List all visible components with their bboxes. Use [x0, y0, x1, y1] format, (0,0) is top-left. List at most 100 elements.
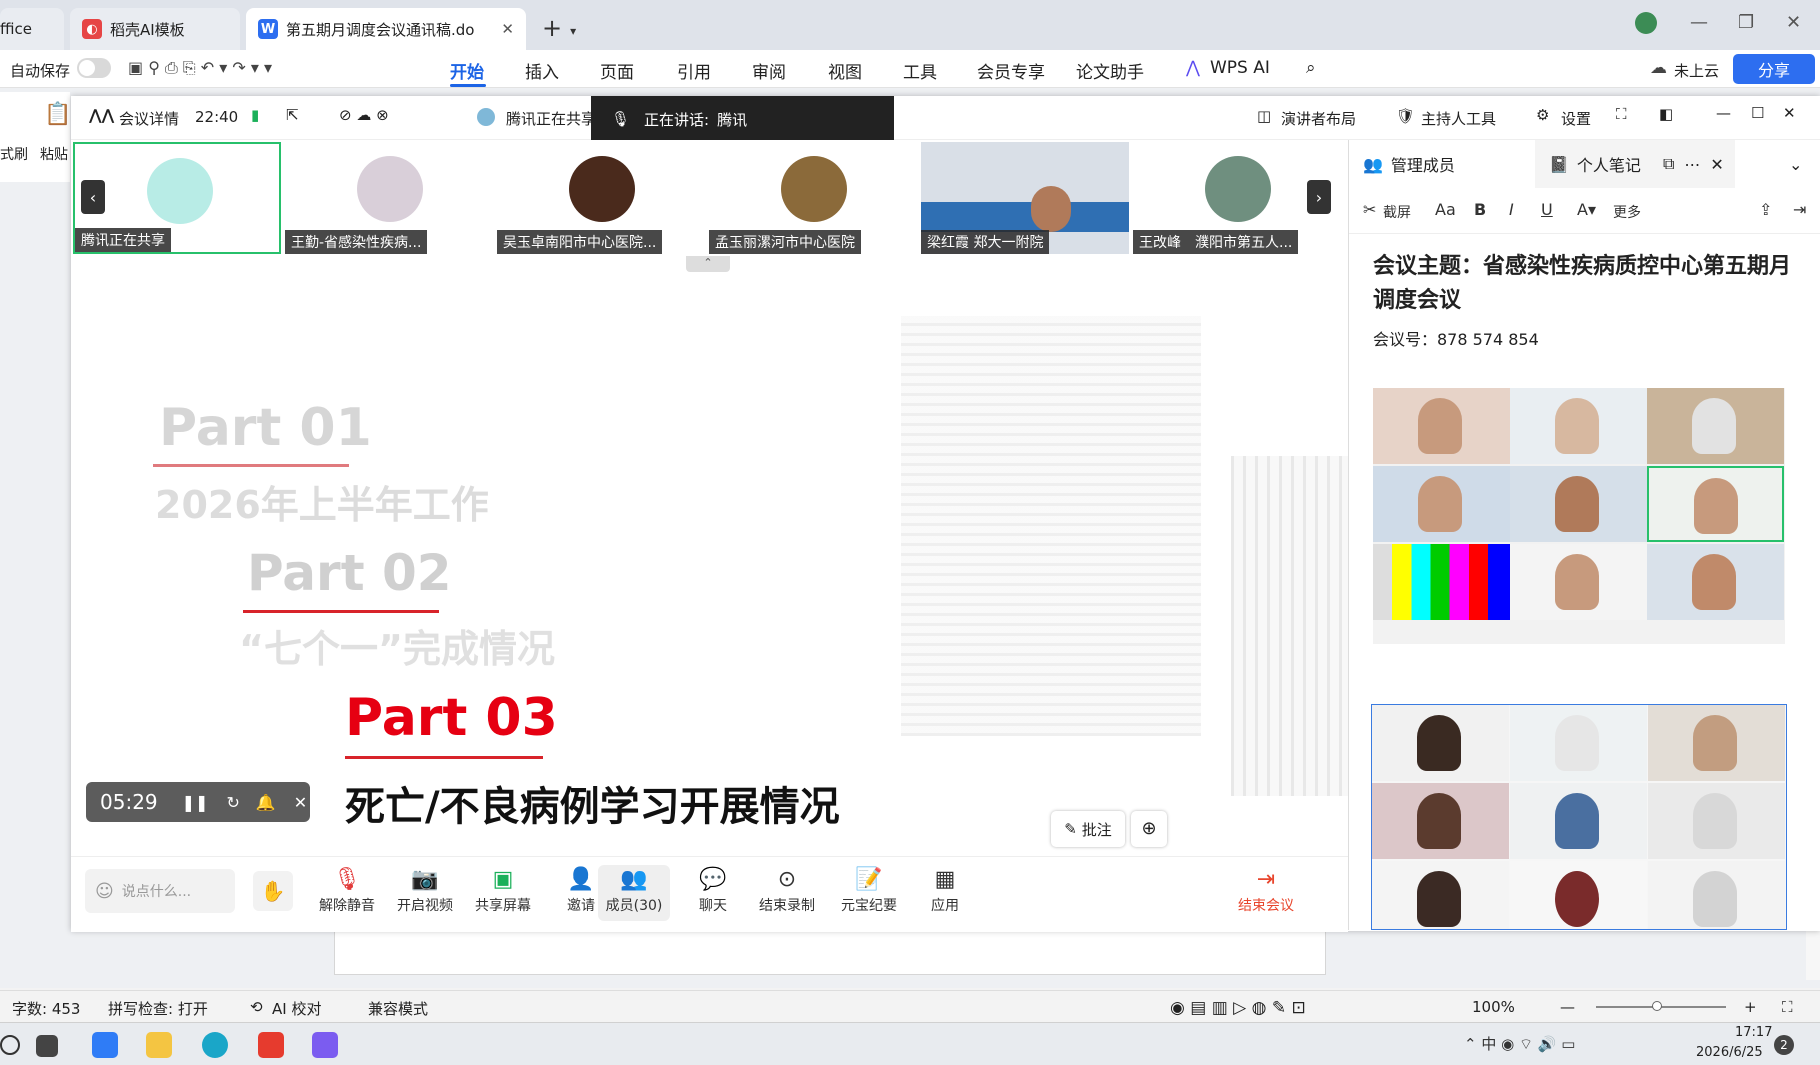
underline-icon[interactable]: U	[1541, 200, 1553, 219]
popout-icon[interactable]: ⧉	[1663, 154, 1674, 174]
menu-view[interactable]: 视图	[828, 58, 862, 83]
tray-icons[interactable]: ⌃ 中 ◉ ⌔ 🔊 ▭	[1464, 1033, 1575, 1054]
strip-prev-button[interactable]: ‹	[81, 180, 105, 214]
menu-insert[interactable]: 插入	[525, 58, 559, 83]
new-tab-icon[interactable]: +	[542, 14, 562, 42]
cloud-status[interactable]: 未上云	[1674, 60, 1719, 81]
bell-icon[interactable]: 🔔	[256, 793, 276, 812]
fullscreen-icon[interactable]: ⛶	[1616, 105, 1627, 123]
italic-icon[interactable]: I	[1509, 200, 1514, 219]
fullscreen-icon[interactable]: ⛶	[1782, 998, 1793, 1016]
zoom-level[interactable]: 100%	[1472, 998, 1515, 1016]
tab-manage-members[interactable]: 👥 管理成员	[1363, 140, 1455, 188]
close-icon[interactable]: ✕	[1710, 155, 1723, 174]
clock-date[interactable]: 2026/6/25	[1696, 1045, 1763, 1060]
menu-review[interactable]: 审阅	[752, 58, 786, 83]
wps-icon[interactable]	[258, 1032, 284, 1058]
edge-icon[interactable]	[202, 1032, 228, 1058]
layout-dropdown[interactable]: 演讲者布局	[1281, 108, 1356, 129]
font-color-icon[interactable]: A▾	[1577, 200, 1596, 219]
close-icon[interactable]: ✕	[294, 793, 307, 812]
zoom-in-button[interactable]: ⊕	[1131, 811, 1167, 847]
close-icon[interactable]: ✕	[1783, 104, 1796, 122]
spell-check[interactable]: 拼写检查: 打开	[108, 998, 208, 1019]
format-painter-label[interactable]: 式刷	[0, 144, 28, 164]
toolbar-quick-icons[interactable]: ▣ ⚲ ⎙ ⎘ ↶ ▾ ↷ ▾ ▾	[128, 58, 272, 78]
menu-member[interactable]: 会员专享	[977, 58, 1045, 83]
search-icon[interactable]: ⌕	[1306, 58, 1316, 78]
chat-input[interactable]: ☺ 说点什么...	[85, 869, 235, 913]
folder-icon[interactable]	[146, 1032, 172, 1058]
word-count[interactable]: 字数: 453	[12, 998, 80, 1019]
clock-time[interactable]: 17:17	[1735, 1025, 1772, 1040]
account-avatar[interactable]	[1635, 12, 1657, 34]
zoom-slider-handle[interactable]	[1652, 1001, 1662, 1011]
quick-action-icons[interactable]: ⊘ ☁ ⊗	[339, 106, 389, 124]
notification-badge[interactable]: 2	[1774, 1035, 1794, 1055]
autosave-toggle[interactable]	[77, 58, 111, 78]
refresh-icon[interactable]: ↻	[226, 793, 239, 812]
zoom-in-icon[interactable]: +	[1744, 998, 1757, 1016]
tab-document[interactable]: W 第五期月调度会议通讯稿.do ✕	[246, 8, 526, 50]
note-screenshot[interactable]	[1373, 388, 1785, 644]
annotate-button[interactable]: ✎ 批注	[1051, 811, 1125, 847]
menu-paper-assistant[interactable]: 论文助手	[1076, 58, 1144, 83]
tab-personal-notes[interactable]: 📓 个人笔记 ⧉ ⋯ ✕	[1535, 140, 1735, 188]
view-mode-icons[interactable]: ◉ ▤ ▥ ▷ ◍ ✎ ⊡	[1170, 998, 1306, 1018]
close-icon[interactable]: ✕	[501, 20, 514, 38]
signal-icon: ▮	[251, 106, 260, 124]
bold-icon[interactable]: B	[1474, 200, 1486, 219]
ai-check[interactable]: AI 校对	[272, 998, 321, 1019]
upload-icon[interactable]: ⇪	[1759, 200, 1772, 219]
menu-home[interactable]: 开始	[450, 58, 484, 83]
chevron-down-icon[interactable]: ▾	[570, 24, 576, 38]
maximize-icon[interactable]: ☐	[1751, 104, 1764, 122]
meeting-app-icon[interactable]	[92, 1032, 118, 1058]
screenshot-button[interactable]: 截屏	[1383, 202, 1411, 222]
font-size-icon[interactable]: Aa	[1435, 200, 1456, 219]
chat-button[interactable]: 💬 聊天	[677, 865, 749, 915]
participant-tile[interactable]: 吴玉卓南阳市中心医院...	[497, 142, 705, 254]
host-tools-dropdown[interactable]: 主持人工具	[1421, 108, 1496, 129]
maximize-icon[interactable]: ❐	[1738, 12, 1754, 33]
start-video-button[interactable]: 📷 开启视频	[389, 865, 461, 915]
close-window-icon[interactable]: ✕	[1786, 12, 1801, 33]
more-format-button[interactable]: 更多	[1613, 202, 1641, 222]
sidebar-toggle-icon[interactable]: ◧	[1659, 105, 1673, 123]
ai-app-icon[interactable]	[312, 1032, 338, 1058]
settings-button[interactable]: 设置	[1561, 108, 1591, 129]
meeting-details-link[interactable]: 会议详情	[119, 108, 179, 129]
menu-references[interactable]: 引用	[677, 58, 711, 83]
yuanbao-summary-button[interactable]: 📝 元宝纪要	[833, 865, 905, 915]
menu-wps-ai[interactable]: WPS AI	[1210, 58, 1270, 78]
menu-tools[interactable]: 工具	[903, 58, 937, 83]
raise-hand-button[interactable]: ✋	[253, 871, 293, 911]
stop-recording-button[interactable]: ⊙ 结束录制	[751, 865, 823, 915]
zoom-out-icon[interactable]: —	[1560, 998, 1575, 1016]
apps-button[interactable]: ▦ 应用	[909, 865, 981, 915]
collapse-strip-button[interactable]: ⌃	[686, 256, 730, 272]
export-icon[interactable]: ⇥	[1793, 200, 1806, 219]
members-button[interactable]: 👥 成员(30)	[598, 865, 670, 921]
minimize-icon[interactable]: —	[1690, 12, 1708, 33]
menu-page[interactable]: 页面	[600, 58, 634, 83]
share-button[interactable]: 分享	[1733, 54, 1815, 84]
participant-video[interactable]: 梁红霞 郑大一附院	[921, 142, 1129, 254]
search-icon[interactable]	[0, 1035, 20, 1055]
end-meeting-button[interactable]: ⇥ 结束会议	[1224, 865, 1308, 915]
participant-tile[interactable]: 孟玉丽漯河市中心医院	[709, 142, 917, 254]
pause-icon[interactable]: ❚❚	[182, 793, 209, 812]
minimize-icon[interactable]: —	[1716, 104, 1731, 122]
tab-office[interactable]: ffice	[0, 8, 64, 50]
strip-next-button[interactable]: ›	[1307, 180, 1331, 214]
task-view-icon[interactable]	[36, 1035, 58, 1057]
popout-icon[interactable]: ⇱	[286, 106, 299, 124]
unmute-button[interactable]: 🎙 解除静音	[311, 865, 383, 915]
participant-tile[interactable]: 王勤-省感染性疾病...	[285, 142, 493, 254]
chevron-down-icon[interactable]: ⌄	[1789, 140, 1802, 188]
tab-daoke-ai-template[interactable]: ◐ 稻壳AI模板	[70, 8, 240, 50]
paste-label[interactable]: 粘贴	[40, 144, 68, 164]
share-screen-button[interactable]: ▣ 共享屏幕	[467, 865, 539, 915]
note-screenshot[interactable]	[1371, 704, 1787, 930]
more-icon[interactable]: ⋯	[1684, 155, 1700, 174]
